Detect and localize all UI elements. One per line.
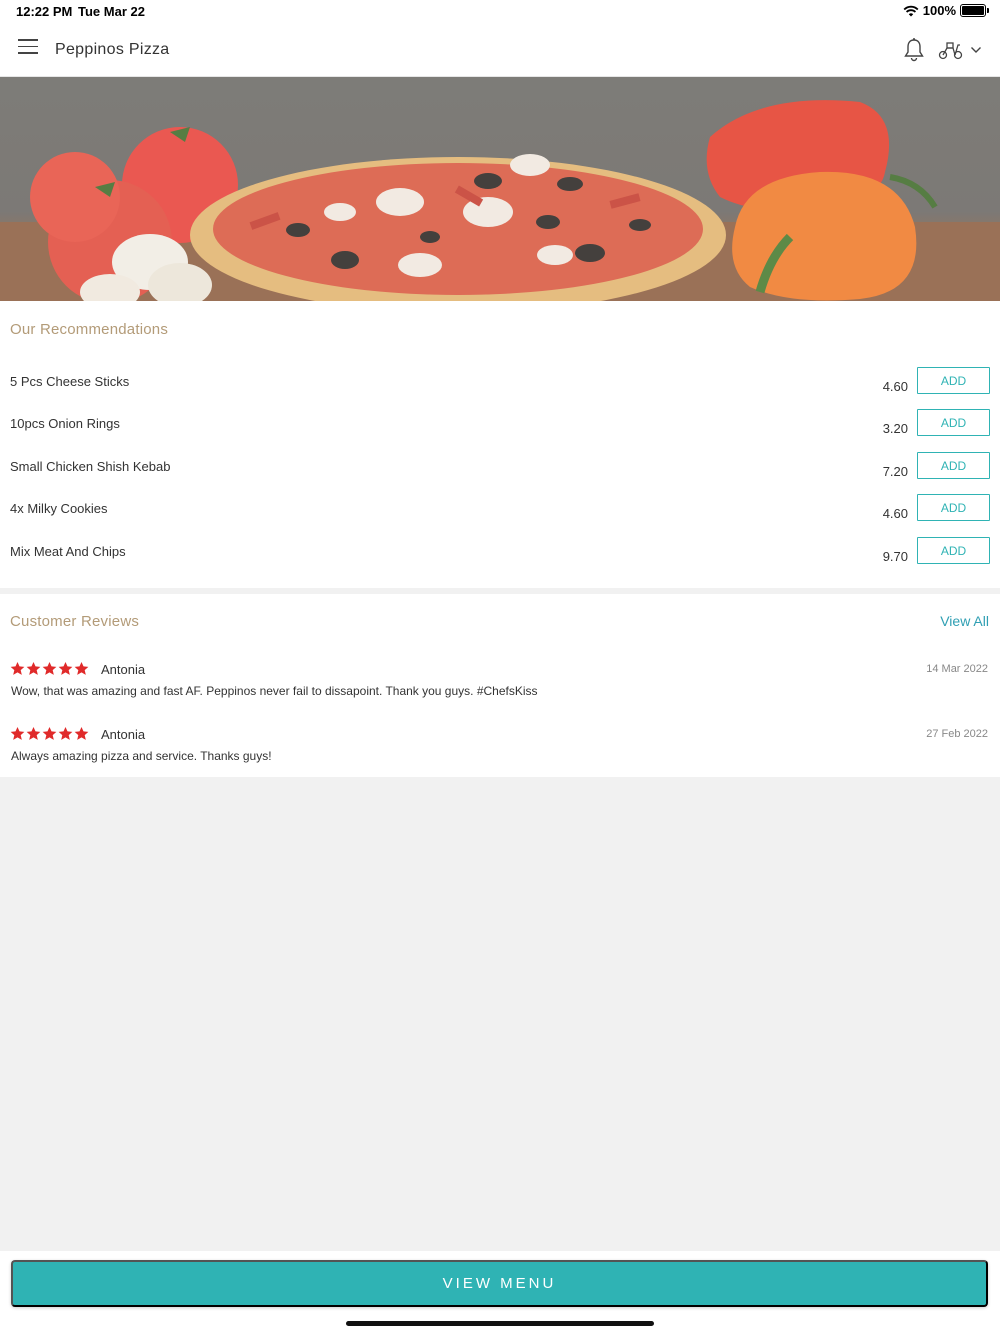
reviewer-name: Antonia [101, 727, 146, 742]
hamburger-menu-icon[interactable] [18, 39, 38, 59]
star-rating [10, 661, 89, 676]
status-indicators: 100% [903, 3, 989, 18]
battery-icon [960, 4, 989, 17]
add-button[interactable]: ADD [917, 452, 990, 479]
app-header: Peppinos Pizza [0, 22, 1000, 77]
add-button[interactable]: ADD [917, 537, 990, 564]
star-icon [42, 661, 57, 675]
star-icon [58, 661, 73, 675]
item-name: 5 Pcs Cheese Sticks [10, 374, 130, 389]
review-text: Wow, that was amazing and fast AF. Peppi… [11, 684, 538, 698]
review-text: Always amazing pizza and service. Thanks… [11, 749, 272, 763]
star-icon [58, 726, 73, 740]
list-item: 5 Pcs Cheese Sticks 4.60 ADD [0, 367, 1000, 416]
item-name: 4x Milky Cookies [10, 501, 108, 516]
list-item: 4x Milky Cookies 4.60 ADD [0, 494, 1000, 543]
item-name: Small Chicken Shish Kebab [10, 459, 171, 474]
hero-banner-image [0, 77, 1000, 301]
add-button[interactable]: ADD [917, 367, 990, 394]
review-item: Antonia 27 Feb 2022 Always amazing pizza… [0, 726, 1000, 776]
status-bar: 12:22 PM Tue Mar 22 100% [0, 0, 1000, 22]
add-button[interactable]: ADD [917, 494, 990, 521]
list-item: Mix Meat And Chips 9.70 ADD [0, 537, 1000, 586]
bottom-bar: VIEW MENU [0, 1251, 1000, 1334]
item-price: 4.60 [882, 379, 908, 394]
item-name: 10pcs Onion Rings [10, 416, 120, 431]
home-indicator [346, 1321, 654, 1326]
star-icon [10, 661, 25, 675]
recommendations-section: Our Recommendations 5 Pcs Cheese Sticks … [0, 301, 1000, 588]
view-menu-button[interactable]: VIEW MENU [11, 1260, 988, 1307]
list-item: Small Chicken Shish Kebab 7.20 ADD [0, 452, 1000, 501]
reviewer-name: Antonia [101, 662, 146, 677]
review-item: Antonia 14 Mar 2022 Wow, that was amazin… [0, 661, 1000, 711]
item-price: 7.20 [882, 464, 908, 479]
bell-icon[interactable] [902, 37, 926, 63]
review-date: 27 Feb 2022 [926, 728, 988, 740]
customer-reviews-section: Customer Reviews View All Antonia 14 Mar… [0, 594, 1000, 777]
review-date: 14 Mar 2022 [926, 663, 988, 675]
scooter-icon [938, 42, 963, 60]
item-name: Mix Meat And Chips [10, 544, 126, 559]
page-title: Peppinos Pizza [55, 41, 170, 58]
item-price: 9.70 [882, 549, 908, 564]
list-item: 10pcs Onion Rings 3.20 ADD [0, 409, 1000, 458]
delivery-mode-selector[interactable] [938, 38, 988, 62]
item-price: 3.20 [882, 421, 908, 436]
status-time: 12:22 PM [16, 4, 73, 19]
reviews-title: Customer Reviews [10, 613, 140, 630]
star-rating [10, 726, 89, 741]
recommendations-title: Our Recommendations [10, 321, 169, 338]
star-icon [26, 726, 41, 740]
star-icon [74, 661, 89, 675]
add-button[interactable]: ADD [917, 409, 990, 436]
item-price: 4.60 [882, 506, 908, 521]
wifi-icon [903, 5, 919, 16]
star-icon [42, 726, 57, 740]
star-icon [74, 726, 89, 740]
view-all-link[interactable]: View All [940, 613, 989, 629]
status-date: Tue Mar 22 [78, 4, 145, 19]
star-icon [10, 726, 25, 740]
chevron-down-icon [971, 47, 981, 53]
battery-percent: 100% [922, 3, 956, 18]
star-icon [26, 661, 41, 675]
